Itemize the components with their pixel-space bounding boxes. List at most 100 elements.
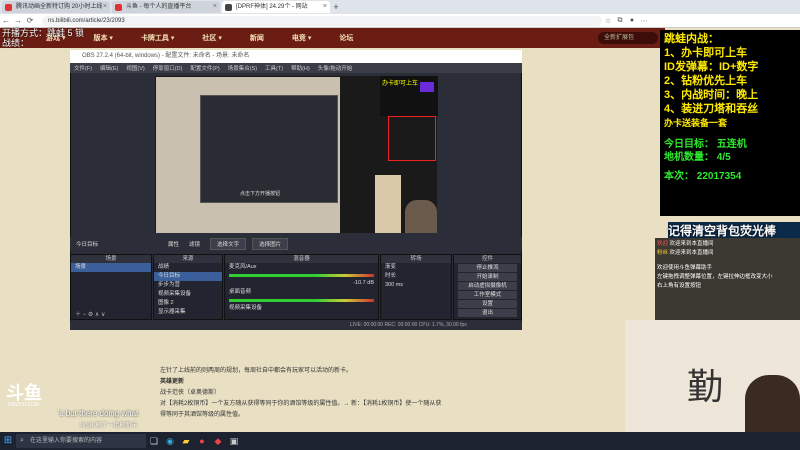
mixer-dock: 混音器 麦克风/Aux -10.7 dB 桌面音频 视频采集设备 (224, 254, 379, 320)
menu-item[interactable]: 配置文件(P) (190, 64, 219, 72)
rule-line: 2、钻粉优先上车 (664, 75, 748, 87)
filters-button[interactable]: 滤镜 (189, 240, 200, 248)
scenes-dock: 场景 场景 ＋ − ⚙ ∧ ∨ (70, 254, 152, 320)
source-item[interactable]: 视频采集设备 (154, 290, 222, 299)
article-paragraph: 战卡范侠（卓奥德斯） (160, 390, 221, 396)
windows-start-icon[interactable]: ⊞ (0, 432, 16, 450)
source-item[interactable]: 今日目标 (154, 272, 222, 281)
stream-marquee: 记得清空背包荧光棒 (668, 222, 800, 238)
profile-icon[interactable]: ● (626, 17, 638, 24)
dock-title: 控件 (454, 255, 521, 263)
obs-status-bar: LIVE: 00:00:00 REC: 00:00:00 CPU: 1.7%, … (70, 321, 522, 330)
address-bar: ← → ⟳ ns.bilibili.com/article/23/2093 ☆ … (0, 14, 800, 28)
transition-duration-label: 时长 (385, 273, 397, 279)
back-icon[interactable]: ← (0, 16, 12, 25)
chat-message: 右上角有设置按钮 (657, 283, 702, 289)
refresh-icon[interactable]: ⟳ (24, 16, 36, 25)
sources-dock: 来源 战绩 今日目标 步步为营 视频采集设备 图像 2 显示器采集 (153, 254, 223, 320)
stream-info-overlay: 开播方式：跳蛙 5 锁 战绩： (0, 28, 120, 50)
transition-type-select[interactable]: 渐变 (381, 263, 451, 272)
menu-item[interactable]: 工具(T) (265, 64, 283, 72)
controls-dock: 控件 停止推流 开始录制 启动虚拟摄像机 工作室模式 设置 退出 (453, 254, 522, 320)
exit-button[interactable]: 退出 (458, 309, 517, 317)
source-selection-box[interactable] (388, 116, 436, 161)
studio-mode-button[interactable]: 工作室模式 (458, 291, 517, 299)
rule-line: 3、内战时间：晚上 (664, 89, 759, 101)
dock-title: 转场 (381, 255, 451, 263)
menu-item[interactable]: 文件(F) (74, 64, 92, 72)
forward-icon[interactable]: → (12, 16, 24, 25)
taskbar: ⊞ ⌕ 在这里输入你要搜索的内容 ❏ ◉ ▰ ● ◆ ▣ (0, 432, 800, 450)
article-heading: 英雄更新 (160, 379, 185, 385)
menu-item[interactable]: 视图(V) (126, 64, 144, 72)
site-nav-item[interactable]: 新闻 (250, 33, 264, 43)
select-text-button[interactable]: 选择文字 (210, 238, 247, 250)
site-nav-item[interactable]: 社区 ▾ (202, 33, 221, 43)
article-paragraph: 得等同于其酒馆等级的属性值。 (160, 412, 245, 418)
menu-item[interactable]: 帮助(H) (291, 64, 310, 72)
preview-caption: 点击下方开播按钮 (240, 191, 281, 197)
task-view-icon[interactable]: ❏ (146, 436, 162, 447)
close-tab-icon[interactable]: × (323, 1, 327, 13)
close-tab-icon[interactable]: × (103, 1, 107, 13)
browser-tab[interactable]: 腾讯动画全新特订购 20小时上线 × (2, 1, 110, 13)
browser-tab-active[interactable]: [DPRF神体] 24.29个 - 网站 × (222, 1, 330, 13)
app-icon[interactable]: ● (194, 436, 210, 446)
extensions-icon[interactable]: ⧉ (614, 17, 626, 25)
dock-title: 混音器 (225, 255, 378, 263)
source-item[interactable]: 图像 2 (154, 299, 222, 308)
source-item[interactable]: 显示器采集 (154, 308, 222, 317)
source-item[interactable]: 战绩 (154, 263, 222, 272)
browser-tab[interactable]: 斗鱼 - 每个人的直播平台 × (112, 1, 220, 13)
menu-icon[interactable]: ⋯ (638, 17, 650, 25)
menu-item[interactable]: 编辑(E) (100, 64, 118, 72)
obs-title-bar: OBS 27.2.4 (64-bit, windows) - 配置文件: 未命名… (70, 50, 522, 63)
menu-item[interactable]: 停靠窗口(D) (153, 64, 183, 72)
goal-label: 今日目标： (664, 139, 714, 150)
select-image-button[interactable]: 选择图片 (252, 238, 289, 250)
star-icon[interactable]: ☆ (602, 17, 614, 25)
transition-duration-field[interactable]: 300 ms (381, 281, 451, 290)
chat-message: 欢迎 欢迎来到本直播间 (657, 241, 714, 247)
douyu-logo-sub: DOUYU.COM (8, 402, 40, 408)
properties-button[interactable]: 属性 (168, 240, 179, 248)
site-nav-item[interactable]: 卡牌工具 ▾ (141, 33, 174, 43)
goal-value: 22017354 (696, 171, 742, 182)
app-icon[interactable]: ▣ (226, 436, 242, 447)
audio-meter (229, 299, 374, 302)
scene-item[interactable]: 场景 (71, 263, 151, 272)
current-source-label: 今日目标 (76, 242, 99, 248)
site-nav-item[interactable]: 电竞 ▾ (292, 33, 311, 43)
preview-nested-obs (200, 95, 338, 203)
taskbar-search-input[interactable]: ⌕ 在这里输入你要搜索的内容 (16, 434, 146, 448)
close-tab-icon[interactable]: × (213, 1, 217, 13)
source-item[interactable]: 步步为营 (154, 281, 222, 290)
calligraphy-scroll: 勤 (686, 367, 723, 408)
file-explorer-icon[interactable]: ▰ (178, 436, 194, 447)
start-recording-button[interactable]: 开始录制 (458, 273, 517, 281)
stop-streaming-button[interactable]: 停止推流 (458, 264, 517, 272)
mixer-channel-name: 麦克风/Aux (229, 264, 257, 270)
preview-calligraphy (375, 175, 401, 233)
site-search-input[interactable]: 全新扩展包 (598, 32, 658, 44)
site-favicon-icon (5, 4, 12, 11)
goal-value: 4/5 (716, 152, 731, 163)
app-icon[interactable]: ◆ (210, 436, 226, 447)
new-tab-button[interactable]: + (330, 1, 342, 13)
menu-item[interactable]: 场景集合(S) (228, 64, 257, 72)
mixer-channel-name: 桌面音频 (229, 289, 252, 295)
article-paragraph: 左针了上线前的则两周的规划，每周社自中都会有玩家可以活动的新卡。 (160, 368, 353, 374)
mixer-level: -10.7 dB (353, 280, 374, 286)
url-field[interactable]: ns.bilibili.com/article/23/2093 (42, 15, 602, 26)
overlay-line: 战绩： (2, 38, 30, 48)
edge-icon[interactable]: ◉ (162, 436, 178, 447)
menu-item[interactable]: 头像/拖动开始 (318, 64, 353, 72)
settings-button[interactable]: 设置 (458, 300, 517, 308)
overlay-line: 开播方式：跳蛙 5 锁 (2, 28, 85, 38)
rule-line: 4、装进刀塔和吞丝 (664, 103, 759, 115)
virtual-camera-button[interactable]: 启动虚拟摄像机 (458, 282, 517, 290)
site-nav-item[interactable]: 论坛 (339, 33, 353, 43)
chat-message: 左键拖拽调整弹幕位置，左键拉伸边框改变大小 (657, 274, 773, 280)
article-body: 左针了上线前的则两周的规划，每周社自中都会有玩家可以活动的新卡。 英雄更新 战卡… (160, 366, 620, 432)
dock-footer: ＋ − ⚙ ∧ ∨ (75, 312, 106, 318)
